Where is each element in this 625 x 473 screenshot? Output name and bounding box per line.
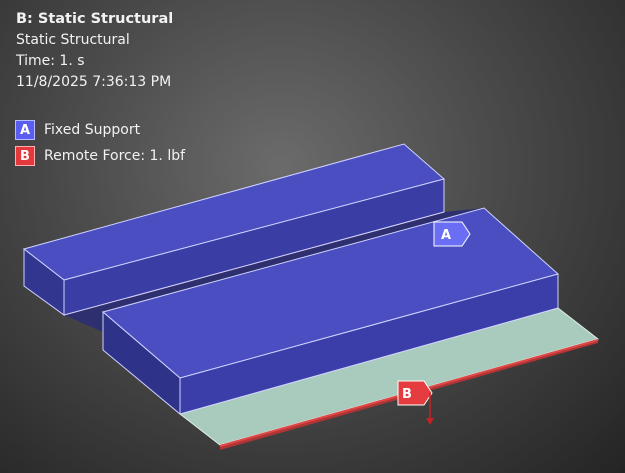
analysis-timestamp: 11/8/2025 7:36:13 PM bbox=[16, 74, 172, 90]
boundary-condition-legend: A Fixed Support B Remote Force: 1. lbf bbox=[15, 117, 185, 169]
remote-force-flag[interactable]: B bbox=[397, 380, 433, 406]
graphics-viewport[interactable]: A B B: Static Structural Static Structur… bbox=[0, 0, 625, 473]
fixed-support-swatch-icon: A bbox=[15, 120, 35, 140]
flag-a-letter: A bbox=[441, 228, 451, 243]
analysis-info-panel: B: Static Structural Static Structural T… bbox=[16, 9, 173, 93]
analysis-title: B: Static Structural bbox=[16, 11, 174, 27]
legend-item-remote-force[interactable]: B Remote Force: 1. lbf bbox=[15, 143, 185, 169]
legend-item-fixed-support[interactable]: A Fixed Support bbox=[15, 117, 185, 143]
analysis-type: Static Structural bbox=[16, 32, 130, 48]
legend-label-fixed-support: Fixed Support bbox=[44, 122, 141, 138]
fixed-support-flag[interactable]: A bbox=[433, 221, 471, 247]
analysis-time: Time: 1. s bbox=[16, 53, 85, 69]
remote-force-swatch-icon: B bbox=[15, 146, 35, 166]
flag-b-letter: B bbox=[402, 387, 412, 402]
legend-label-remote-force: Remote Force: 1. lbf bbox=[44, 148, 186, 164]
